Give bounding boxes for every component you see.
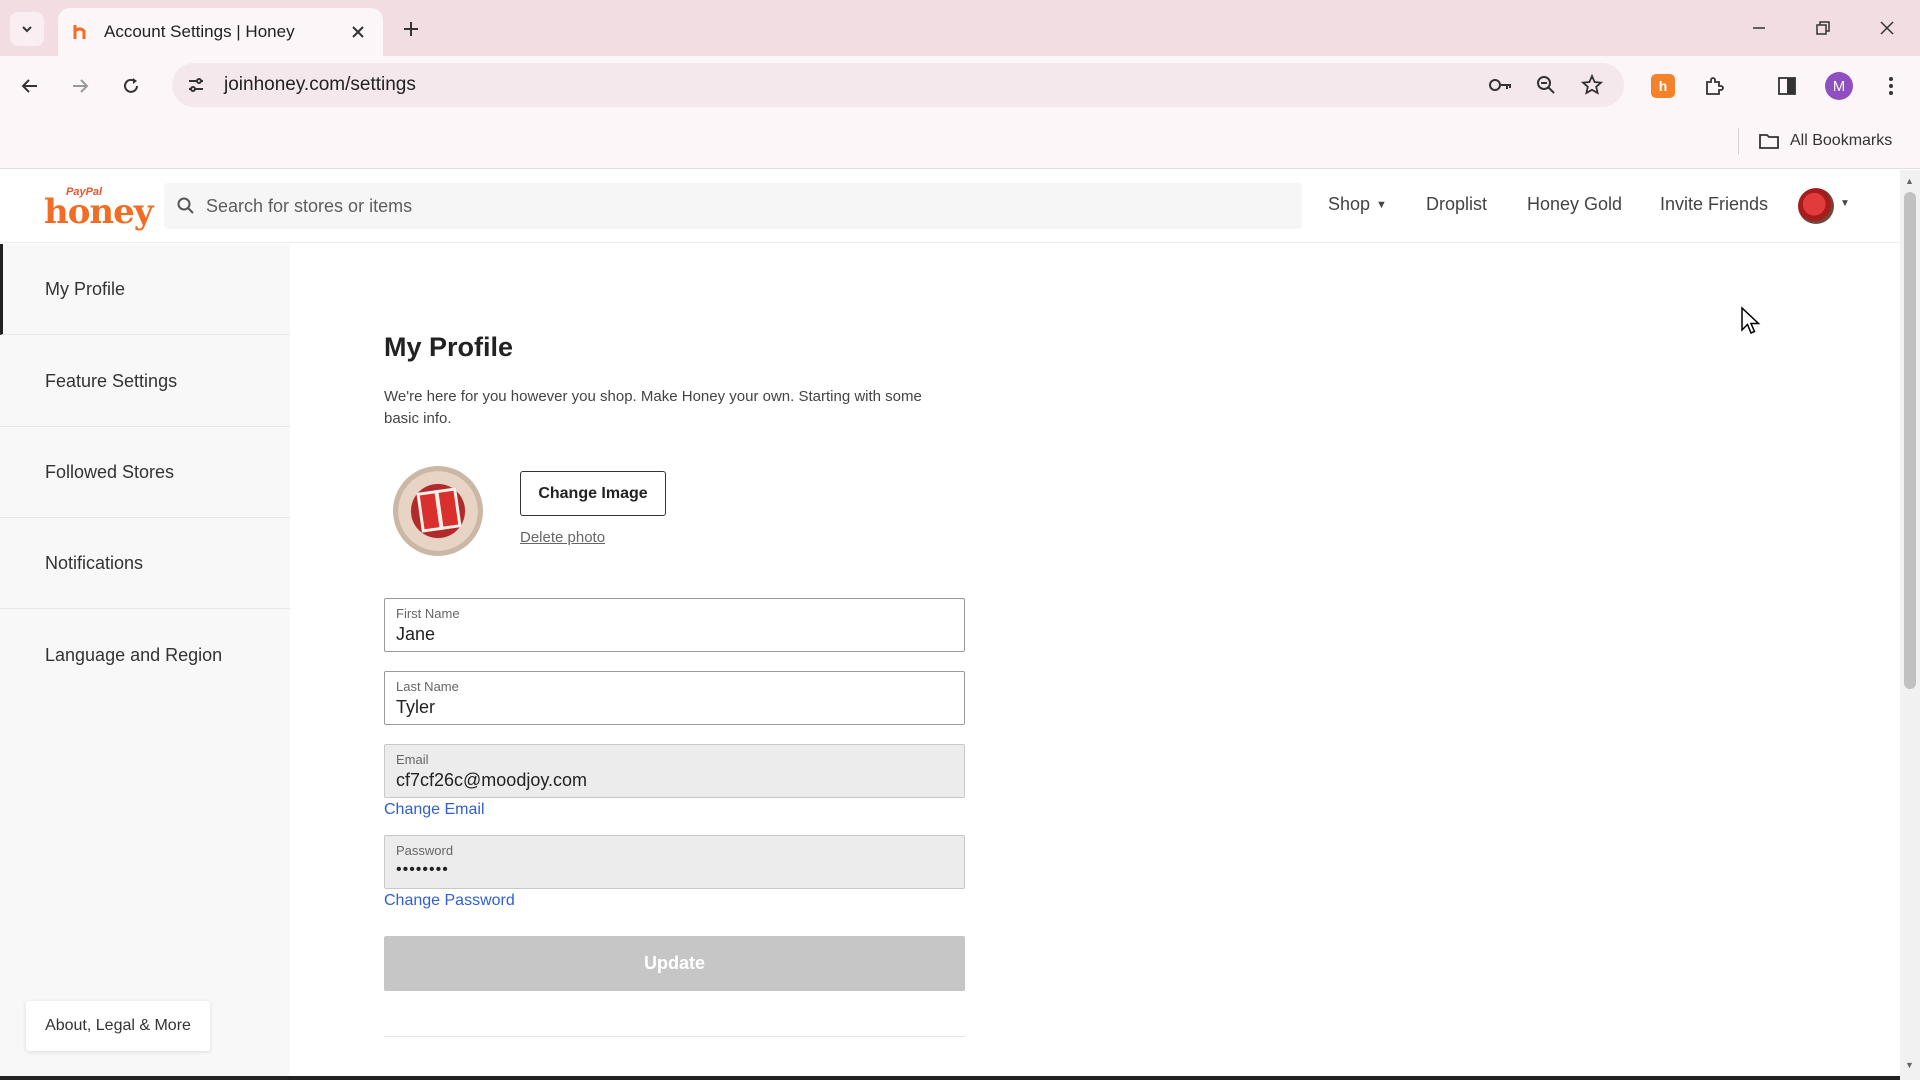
account-caret-icon[interactable]: ▼ — [1840, 198, 1850, 209]
restore-icon — [1816, 21, 1830, 35]
password-field: Password — [384, 835, 965, 889]
sidebar-item-my-profile[interactable]: My Profile — [0, 244, 290, 335]
store-search[interactable] — [164, 183, 1302, 229]
honey-logo[interactable]: PayPal honey — [44, 184, 154, 232]
search-input[interactable] — [206, 195, 1206, 217]
reload-button[interactable] — [114, 69, 148, 103]
last-name-field[interactable]: Last Name — [384, 671, 965, 725]
nav-honey-gold[interactable]: Honey Gold — [1527, 194, 1622, 215]
scroll-thumb[interactable] — [1904, 192, 1916, 689]
browser-toolbar: joinhoney.com/settings h M — [0, 56, 1920, 114]
honey-extension-button[interactable]: h — [1646, 69, 1680, 103]
minimize-window-button[interactable] — [1742, 12, 1776, 44]
back-button[interactable] — [13, 69, 47, 103]
first-name-label: First Name — [396, 606, 460, 621]
browser-menu-button[interactable] — [1874, 69, 1908, 103]
scroll-up-icon[interactable]: ▲ — [1905, 176, 1914, 186]
chevron-down-icon — [22, 26, 32, 33]
password-input — [396, 861, 953, 879]
arrow-left-icon — [21, 79, 37, 93]
bookmark-star-icon[interactable] — [1578, 71, 1606, 99]
logo-honey-text: honey — [44, 192, 154, 232]
sidebar-item-feature-settings[interactable]: Feature Settings — [0, 336, 290, 427]
last-name-input[interactable] — [396, 697, 953, 718]
plus-icon — [404, 22, 418, 36]
caret-down-icon: ▼ — [1376, 199, 1387, 212]
about-legal-button[interactable]: About, Legal & More — [26, 1001, 210, 1051]
first-name-input[interactable] — [396, 624, 953, 645]
site-header: PayPal honey Shop ▼ Droplist Honey Gold I… — [0, 170, 1900, 243]
more-vertical-icon — [1889, 77, 1893, 95]
extensions-button[interactable] — [1697, 69, 1731, 103]
close-icon — [1880, 21, 1894, 35]
email-field: Email — [384, 744, 965, 798]
nav-invite-friends[interactable]: Invite Friends — [1660, 194, 1768, 215]
password-label: Password — [396, 843, 454, 858]
mouse-cursor-icon — [1741, 306, 1761, 334]
nav-shop-label: Shop — [1328, 194, 1371, 214]
puzzle-icon — [1706, 77, 1724, 95]
change-password-link[interactable]: Change Password — [384, 892, 515, 910]
honey-favicon-icon — [73, 25, 86, 39]
delete-photo-link[interactable]: Delete photo — [520, 529, 605, 546]
minimize-icon — [1753, 27, 1765, 29]
honey-extension-icon: h — [1651, 74, 1675, 98]
side-panel-button[interactable] — [1770, 69, 1804, 103]
profile-avatar: M — [1825, 72, 1853, 100]
page-title: My Profile — [384, 332, 514, 362]
sidebar-item-followed-stores[interactable]: Followed Stores — [0, 427, 290, 518]
nav-droplist[interactable]: Droplist — [1426, 194, 1487, 215]
forward-button[interactable] — [63, 69, 97, 103]
change-image-button[interactable]: Change Image — [520, 471, 666, 516]
side-panel-icon — [1778, 77, 1796, 95]
nav-shop[interactable]: Shop ▼ — [1328, 194, 1387, 215]
folder-icon — [1759, 134, 1779, 149]
password-key-icon[interactable] — [1486, 71, 1514, 99]
profile-main: My Profile We're here for you however yo… — [290, 244, 1900, 1080]
section-divider — [384, 1036, 965, 1037]
site-info-icon[interactable] — [176, 65, 216, 105]
account-avatar[interactable] — [1798, 188, 1834, 224]
email-input — [396, 770, 953, 791]
arrow-right-icon — [73, 79, 89, 93]
browser-tab-bar: Account Settings | Honey — [0, 0, 1920, 56]
settings-sidebar: My Profile Feature Settings Followed Sto… — [0, 244, 290, 1080]
page-scrollbar[interactable]: ▲ ▼ — [1900, 170, 1920, 1080]
search-icon — [177, 197, 194, 214]
tab-list-button[interactable] — [10, 12, 44, 46]
new-tab-button[interactable] — [396, 14, 426, 44]
browser-tab-active[interactable]: Account Settings | Honey — [58, 8, 383, 56]
first-name-field[interactable]: First Name — [384, 598, 965, 652]
email-label: Email — [396, 752, 429, 767]
profile-photo — [393, 466, 483, 556]
restore-window-button[interactable] — [1806, 12, 1840, 44]
profile-button[interactable]: M — [1822, 69, 1856, 103]
bookmarks-divider — [1738, 128, 1739, 154]
all-bookmarks-button[interactable]: All Bookmarks — [1758, 128, 1892, 154]
sidebar-item-language-region[interactable]: Language and Region — [0, 610, 290, 701]
scroll-down-icon[interactable]: ▼ — [1905, 1060, 1914, 1070]
address-bar[interactable]: joinhoney.com/settings — [172, 63, 1624, 107]
bottom-edge — [0, 1076, 1900, 1080]
tab-title: Account Settings | Honey — [104, 22, 295, 41]
last-name-label: Last Name — [396, 679, 459, 694]
bookmarks-bar: All Bookmarks — [0, 114, 1920, 169]
close-tab-icon[interactable] — [347, 21, 369, 43]
all-bookmarks-label: All Bookmarks — [1790, 132, 1893, 149]
close-window-button[interactable] — [1870, 12, 1904, 44]
gift-image — [416, 487, 462, 533]
intro-text: We're here for you however you shop. Mak… — [384, 388, 922, 427]
update-button[interactable]: Update — [384, 936, 965, 991]
zoom-icon[interactable] — [1532, 71, 1560, 99]
sidebar-item-notifications[interactable]: Notifications — [0, 518, 290, 609]
url-text: joinhoney.com/settings — [224, 74, 416, 95]
reload-icon — [124, 78, 138, 93]
change-email-link[interactable]: Change Email — [384, 801, 485, 819]
